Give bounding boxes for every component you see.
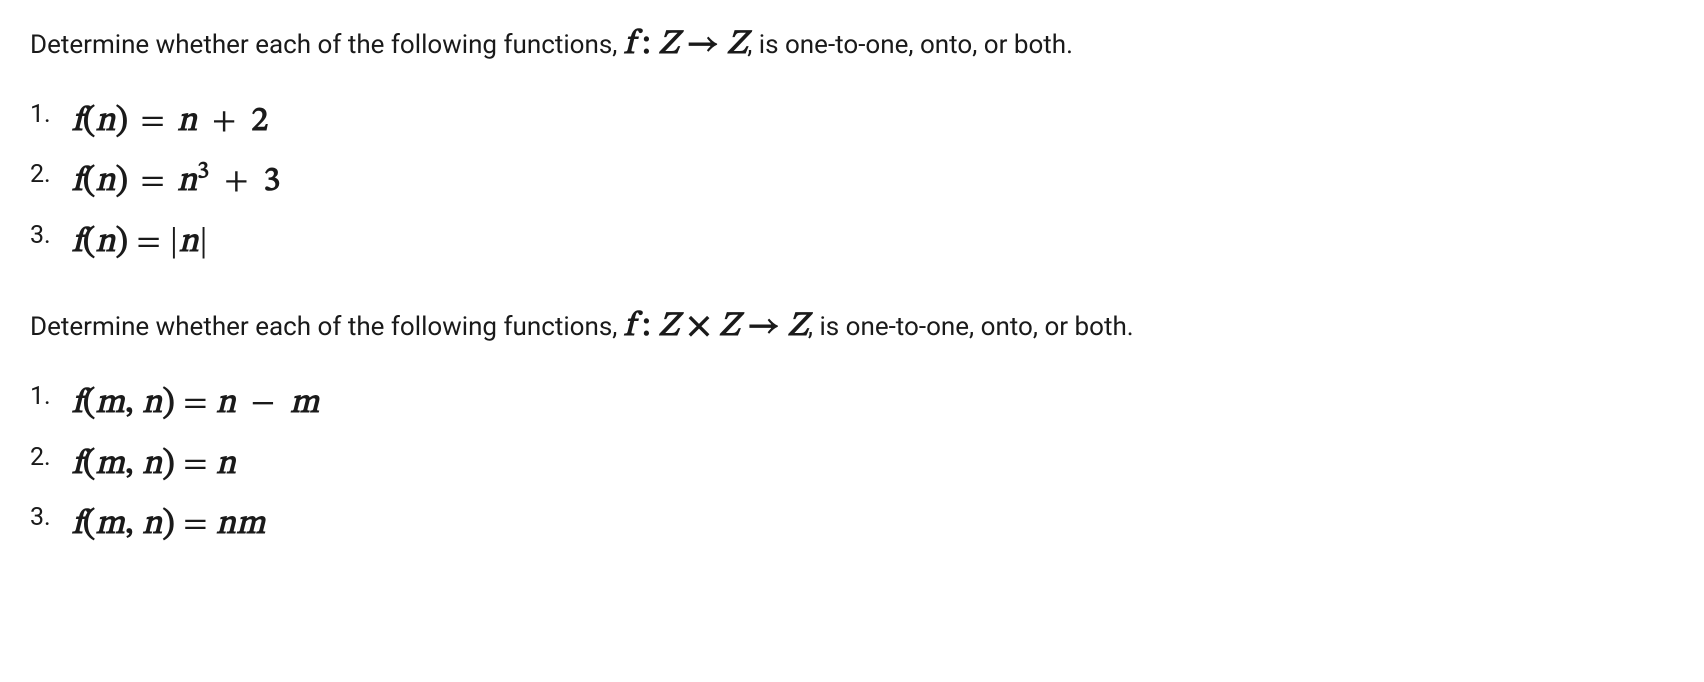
function-list-1: 1. f(n)=n + 2 2. f(n)=n3 + 3 3. f(n)=|n| [30,95,1674,270]
prompt-text-post: , is one-to-one, onto, or both. [808,312,1134,342]
formula: f(n)=n + 2 [72,105,269,139]
item-number: 2. [30,155,51,195]
prompt-text-pre: Determine whether each of the following … [30,30,624,60]
list-item: 3. f(m, n)=nm [72,498,1674,552]
prompt-1: Determine whether each of the following … [30,20,1674,71]
item-number: 3. [30,498,51,538]
item-number: 2. [30,438,51,478]
formula: f(m, n)=nm [72,508,266,542]
problem-section-2: Determine whether each of the following … [30,302,1674,552]
item-number: 1. [30,95,51,135]
list-item: 3. f(n)=|n| [72,216,1674,270]
prompt-2: Determine whether each of the following … [30,302,1674,353]
formula: f(m, n)=n [72,448,236,482]
list-item: 1. f(m, n)=n − m [72,377,1674,431]
problem-section-1: Determine whether each of the following … [30,20,1674,270]
prompt-text-post: , is one-to-one, onto, or both. [747,30,1073,60]
item-number: 3. [30,216,51,256]
prompt-text-pre: Determine whether each of the following … [30,312,624,342]
mapping-expr-2: f : Z × Z → Z [624,310,808,344]
list-item: 2. f(n)=n3 + 3 [72,155,1674,209]
mapping-expr-1: f : Z → Z [624,28,747,62]
function-list-2: 1. f(m, n)=n − m 2. f(m, n)=n 3. f(m, n)… [30,377,1674,552]
item-number: 1. [30,377,51,417]
formula: f(m, n)=n − m [72,387,320,421]
list-item: 2. f(m, n)=n [72,438,1674,492]
formula: f(n)=n3 + 3 [72,165,281,199]
formula: f(n)=|n| [72,226,209,260]
list-item: 1. f(n)=n + 2 [72,95,1674,149]
